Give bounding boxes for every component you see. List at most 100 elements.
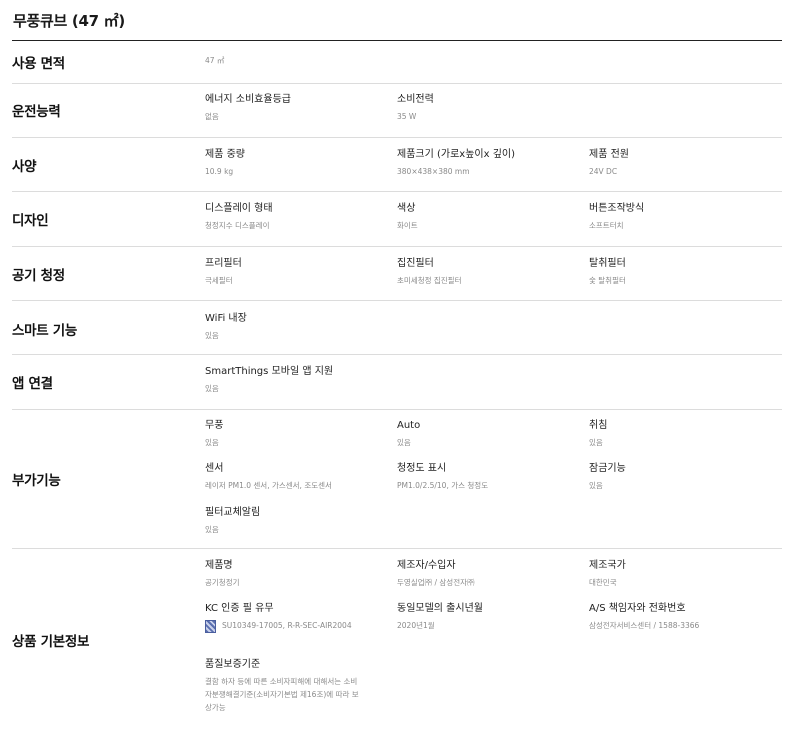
spec-item: A/S 책임자와 전화번호 삼성전자서비스센터 / 1588-3366 — [589, 602, 769, 632]
spec-name: 필터교체알림 — [205, 507, 261, 518]
section-label: 부가기능 — [12, 473, 61, 489]
spec-section-design: 디자인 디스플레이 형태 청정지수 디스플레이 색상 화이트 버튼조작방식 소프… — [12, 192, 782, 247]
spec-name: 동일모델의 출시년월 — [397, 603, 483, 614]
spec-value: 공기청정기 — [205, 578, 240, 587]
spec-name: Auto — [397, 420, 421, 431]
spec-item: 47 ㎡ — [205, 54, 385, 67]
spec-name: 집진필터 — [397, 258, 434, 269]
spec-name: SmartThings 모바일 앱 지원 — [205, 366, 334, 377]
spec-value: 청정지수 디스플레이 — [205, 221, 270, 230]
spec-section-operation: 운전능력 에너지 소비효율등급 없음 소비전력 35 W — [12, 84, 782, 138]
spec-value: 있음 — [397, 438, 411, 447]
spec-name: A/S 책임자와 전화번호 — [589, 603, 686, 614]
spec-value: 극세필터 — [205, 276, 233, 285]
spec-item: 센서 레이저 PM1.0 센서, 가스센서, 조도센서 — [205, 462, 385, 492]
spec-value: 47 ㎡ — [205, 56, 225, 65]
spec-item: 에너지 소비효율등급 없음 — [205, 93, 385, 123]
spec-value: 결함 하자 등에 따른 소비자피해에 대해서는 소비자분쟁해결기준(소비자기본법… — [205, 677, 359, 712]
spec-section-area: 사용 면적 47 ㎡ — [12, 41, 782, 84]
spec-value: 있음 — [205, 438, 219, 447]
spec-value: 10.9 kg — [205, 167, 234, 176]
spec-name: 무풍 — [205, 420, 224, 431]
spec-name: 제조자/수입자 — [397, 560, 456, 571]
spec-value: 있음 — [589, 438, 603, 447]
spec-name: 제품명 — [205, 560, 233, 571]
spec-item: 제품 전원 24V DC — [589, 148, 769, 178]
spec-value: 있음 — [205, 525, 219, 534]
spec-value: 있음 — [205, 384, 219, 393]
spec-value: 레이저 PM1.0 센서, 가스센서, 조도센서 — [205, 481, 332, 490]
spec-value: 삼성전자서비스센터 / 1588-3366 — [589, 621, 700, 630]
spec-item: 소비전력 35 W — [397, 93, 577, 123]
spec-item: 프리필터 극세필터 — [205, 257, 385, 287]
spec-section-spec: 사양 제품 중량 10.9 kg 제품크기 (가로x높이x 깊이) 380×43… — [12, 138, 782, 192]
section-label: 운전능력 — [12, 104, 61, 120]
spec-value: 380×438×380 mm — [397, 167, 470, 176]
spec-item: 무풍 있음 — [205, 419, 385, 449]
spec-name: KC 인증 필 유무 — [205, 603, 274, 614]
section-label: 스마트 기능 — [12, 323, 77, 339]
spec-value: 화이트 — [397, 221, 418, 230]
spec-name: 잠금기능 — [589, 463, 626, 474]
spec-name: 취침 — [589, 420, 608, 431]
section-label: 앱 연결 — [12, 376, 53, 392]
spec-item: 청정도 표시 PM1.0/2.5/10, 가스 청정도 — [397, 462, 577, 492]
spec-value: 초미세청정 집진필터 — [397, 276, 462, 285]
spec-name: 프리필터 — [205, 258, 242, 269]
title-bar: 무풍큐브 (47 ㎡) — [12, 0, 782, 41]
spec-value: 소프트터치 — [589, 221, 624, 230]
spec-value: PM1.0/2.5/10, 가스 청정도 — [397, 481, 489, 490]
section-label: 디자인 — [12, 213, 49, 229]
spec-value: 있음 — [205, 331, 219, 340]
section-label: 상품 기본정보 — [12, 634, 90, 650]
spec-name: 품질보증기준 — [205, 659, 261, 670]
spec-name: 센서 — [205, 463, 224, 474]
spec-item: SmartThings 모바일 앱 지원 있음 — [205, 365, 505, 395]
spec-item: 색상 화이트 — [397, 202, 577, 232]
spec-value: 35 W — [397, 112, 417, 121]
spec-section-app: 앱 연결 SmartThings 모바일 앱 지원 있음 — [12, 355, 782, 410]
spec-value: SU10349-17005, R-R-SEC-AIR2004 — [222, 621, 352, 630]
spec-item: 품질보증기준 결함 하자 등에 따른 소비자피해에 대해서는 소비자분쟁해결기준… — [205, 658, 363, 714]
spec-item: 제품명 공기청정기 — [205, 559, 385, 589]
spec-name: WiFi 내장 — [205, 313, 247, 324]
spec-name: 청정도 표시 — [397, 463, 447, 474]
spec-section-air-purify: 공기 청정 프리필터 극세필터 집진필터 초미세청정 집진필터 탈취필터 숯 탈… — [12, 247, 782, 301]
spec-item: 집진필터 초미세청정 집진필터 — [397, 257, 577, 287]
kc-certification-icon — [205, 620, 216, 633]
kc-row: SU10349-17005, R-R-SEC-AIR2004 — [205, 619, 385, 633]
spec-name: 색상 — [397, 203, 416, 214]
spec-value: 대한민국 — [589, 578, 617, 587]
spec-item: 탈취필터 숯 탈취필터 — [589, 257, 769, 287]
spec-section-extra: 부가기능 무풍 있음 Auto 있음 취침 있음 센서 레이저 PM1.0 센서… — [12, 410, 782, 549]
spec-value: 숯 탈취필터 — [589, 276, 626, 285]
spec-item: 필터교체알림 있음 — [205, 506, 385, 536]
spec-item: KC 인증 필 유무 SU10349-17005, R-R-SEC-AIR200… — [205, 602, 385, 633]
section-label: 공기 청정 — [12, 268, 65, 284]
spec-name: 에너지 소비효율등급 — [205, 94, 291, 105]
spec-name: 제조국가 — [589, 560, 626, 571]
spec-name: 제품 전원 — [589, 149, 629, 160]
spec-name: 제품 중량 — [205, 149, 245, 160]
spec-section-smart: 스마트 기능 WiFi 내장 있음 — [12, 301, 782, 355]
section-label: 사양 — [12, 159, 37, 175]
spec-value: 두영실업㈜ / 삼성전자㈜ — [397, 578, 475, 587]
spec-section-basic-info: 상품 기본정보 제품명 공기청정기 제조자/수입자 두영실업㈜ / 삼성전자㈜ … — [12, 549, 782, 739]
spec-item: 잠금기능 있음 — [589, 462, 769, 492]
spec-value: 24V DC — [589, 167, 618, 176]
spec-name: 버튼조작방식 — [589, 203, 645, 214]
spec-name: 소비전력 — [397, 94, 434, 105]
spec-item: 디스플레이 형태 청정지수 디스플레이 — [205, 202, 385, 232]
spec-item: 버튼조작방식 소프트터치 — [589, 202, 769, 232]
spec-item: 제조자/수입자 두영실업㈜ / 삼성전자㈜ — [397, 559, 577, 589]
spec-name: 디스플레이 형태 — [205, 203, 273, 214]
spec-item: 제품 중량 10.9 kg — [205, 148, 385, 178]
spec-item: 제품크기 (가로x높이x 깊이) 380×438×380 mm — [397, 148, 577, 178]
spec-value: 없음 — [205, 112, 219, 121]
spec-name: 제품크기 (가로x높이x 깊이) — [397, 149, 515, 160]
page-title: 무풍큐브 (47 ㎡) — [13, 12, 125, 30]
spec-value: 2020년1월 — [397, 621, 435, 630]
section-label: 사용 면적 — [12, 56, 65, 72]
spec-name: 탈취필터 — [589, 258, 626, 269]
spec-item: WiFi 내장 있음 — [205, 312, 385, 342]
